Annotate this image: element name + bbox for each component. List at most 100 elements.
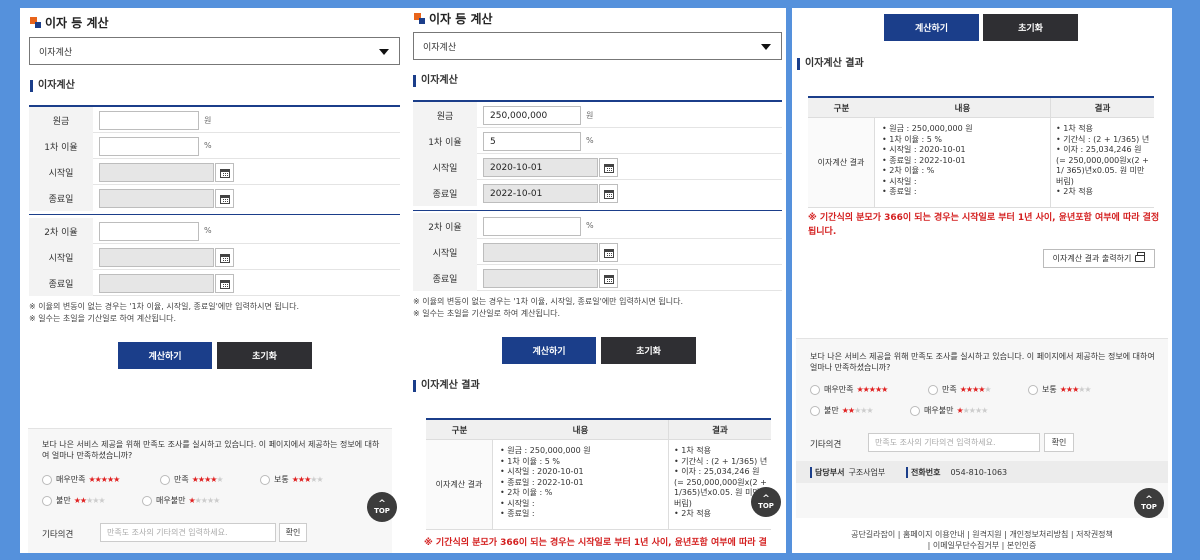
principal-input[interactable]: 250,000,000 (483, 106, 581, 125)
divider (29, 214, 400, 215)
principal-label: 원금 (29, 107, 93, 133)
calendar-icon[interactable] (599, 158, 618, 177)
start2-row: 시작일 (29, 244, 400, 270)
radio-button[interactable] (42, 474, 52, 485)
satisfaction-survey: 보다 나은 서비스 제공을 위해 만족도 조사를 실시하고 있습니다. 이 페이… (796, 338, 1168, 518)
calendar-icon[interactable] (215, 163, 234, 182)
unit-pct: % (586, 221, 594, 230)
survey-option[interactable]: 만족 ★★★★★ (160, 474, 224, 485)
printer-icon (1135, 252, 1146, 262)
dept-info: 담당부서 구조사업부 (810, 467, 885, 478)
etc-input[interactable]: 만족도 조사의 기타의견 입력하세요. (100, 523, 276, 542)
calendar-icon[interactable] (599, 269, 618, 288)
start2-date-input[interactable] (99, 248, 214, 267)
row-label: 이자계산 결과 (426, 440, 493, 529)
principal-input[interactable] (99, 111, 199, 130)
end2-row: 종료일 (413, 265, 782, 291)
result-table-header: 구분 내용 결과 (426, 418, 771, 440)
radio-button[interactable] (1028, 384, 1038, 395)
content-list: 원금 : 250,000,000 원 1차 이율 : 5 % 시작일 : 202… (500, 446, 665, 520)
section-title: 이자계산 (30, 80, 75, 92)
result-table-row: 이자계산 결과 원금 : 250,000,000 원 1차 이율 : 5 % 시… (808, 118, 1154, 208)
end-date-input[interactable] (99, 189, 214, 208)
dept-bar: 담당부서 구조사업부 전화번호 054-810-1063 (796, 461, 1168, 483)
star-icon: ★ (1084, 385, 1091, 394)
calculate-button[interactable]: 계산하기 (502, 337, 596, 364)
calendar-icon[interactable] (215, 274, 234, 293)
satisfaction-survey: 보다 나은 서비스 제공을 위해 만족도 조사를 실시하고 있습니다. 이 페이… (28, 428, 392, 553)
rate1-input[interactable] (99, 137, 199, 156)
phone-info: 전화번호 054-810-1063 (906, 467, 1007, 478)
rate1-label: 1차 이율 (413, 128, 477, 154)
radio-button[interactable] (142, 495, 152, 506)
start2-row: 시작일 (413, 239, 782, 265)
reset-button[interactable]: 초기화 (601, 337, 696, 364)
calendar-icon[interactable] (599, 184, 618, 203)
survey-option[interactable]: 보통 ★★★★★ (260, 474, 324, 485)
scroll-top-button[interactable]: TOP (367, 492, 397, 522)
calendar-icon[interactable] (215, 248, 234, 267)
end2-date-input[interactable] (483, 269, 598, 288)
start-label: 시작일 (29, 159, 93, 185)
rate1-input[interactable]: 5 (483, 132, 581, 151)
radio-button[interactable] (260, 474, 270, 485)
star-icon: ★ (316, 475, 323, 484)
calc-type-select[interactable]: 이자계산 (413, 32, 782, 60)
logo-icon (414, 13, 425, 24)
calculate-button[interactable]: 계산하기 (118, 342, 212, 369)
radio-button[interactable] (910, 405, 920, 416)
scroll-top-button[interactable]: TOP (751, 487, 781, 517)
header-category: 구분 (833, 104, 850, 114)
confirm-button[interactable]: 확인 (279, 523, 307, 542)
unit-pct: % (204, 226, 212, 235)
rate2-input[interactable] (483, 217, 581, 236)
footer-links[interactable]: 공단길라잡이 | 홈페이지 이용안내 | 원격지원 | 개인정보처리방침 | 저… (812, 529, 1152, 551)
survey-option[interactable]: 매우만족 ★★★★★ (810, 384, 888, 395)
panel-result: 계산하기 초기화 이자계산 결과 구분 내용 결과 이자계산 결과 원금 : 2… (792, 8, 1172, 553)
radio-button[interactable] (810, 384, 820, 395)
survey-option[interactable]: 보통 ★★★★★ (1028, 384, 1092, 395)
end2-row: 종료일 (29, 270, 400, 296)
end-date-input[interactable]: 2022-10-01 (483, 184, 598, 203)
survey-option[interactable]: 만족 ★★★★★ (928, 384, 992, 395)
rate2-input[interactable] (99, 222, 199, 241)
principal-row: 원금 원 (29, 107, 400, 133)
note: ※ 이율의 변동이 없는 경우는 '1차 이율, 시작일, 종료일'에만 입력하… (413, 297, 684, 306)
radio-button[interactable] (42, 495, 52, 506)
panel-calculator-empty: 이자 등 계산 이자계산 이자계산 원금 원 1차 이율 % 시작일 종료일 2… (20, 8, 408, 553)
star-icon: ★ (113, 475, 120, 484)
calendar-icon[interactable] (215, 189, 234, 208)
start-date-input[interactable]: 2020-10-01 (483, 158, 598, 177)
radio-button[interactable] (928, 384, 938, 395)
survey-option[interactable]: 매우불만 ★★★★★ (142, 495, 220, 506)
etc-input[interactable]: 만족도 조사의 기타의견 입력하세요. (868, 433, 1040, 452)
end2-label: 종료일 (413, 265, 477, 291)
survey-option[interactable]: 불만 ★★★★★ (810, 405, 874, 416)
end2-date-input[interactable] (99, 274, 214, 293)
end-label: 종료일 (413, 180, 477, 206)
note: ※ 이율의 변동이 없는 경우는 '1차 이율, 시작일, 종료일'에만 입력하… (29, 302, 300, 311)
header-result: 결과 (668, 420, 771, 440)
star-icon: ★ (98, 496, 105, 505)
result-section-title: 이자계산 결과 (797, 58, 864, 70)
chevron-down-icon (379, 49, 389, 55)
print-result-button[interactable]: 이자계산 결과 출력하기 (1043, 249, 1155, 268)
calculate-button[interactable]: 계산하기 (884, 14, 979, 41)
end-row: 종료일 2022-10-01 (413, 180, 782, 206)
survey-option[interactable]: 불만 ★★★★★ (42, 495, 106, 506)
start-date-input[interactable] (99, 163, 214, 182)
radio-button[interactable] (160, 474, 170, 485)
row-label: 이자계산 결과 (808, 118, 875, 207)
confirm-button[interactable]: 확인 (1044, 433, 1074, 452)
star-icon: ★ (881, 385, 888, 394)
reset-button[interactable]: 초기화 (983, 14, 1078, 41)
start2-date-input[interactable] (483, 243, 598, 262)
survey-option[interactable]: 매우불만 ★★★★★ (910, 405, 988, 416)
result-table: 구분 내용 결과 이자계산 결과 원금 : 250,000,000 원 1차 이… (426, 418, 771, 533)
calendar-icon[interactable] (599, 243, 618, 262)
reset-button[interactable]: 초기화 (217, 342, 312, 369)
survey-option[interactable]: 매우만족 ★★★★★ (42, 474, 120, 485)
calc-type-select[interactable]: 이자계산 (29, 37, 400, 65)
scroll-top-button[interactable]: TOP (1134, 488, 1164, 518)
radio-button[interactable] (810, 405, 820, 416)
